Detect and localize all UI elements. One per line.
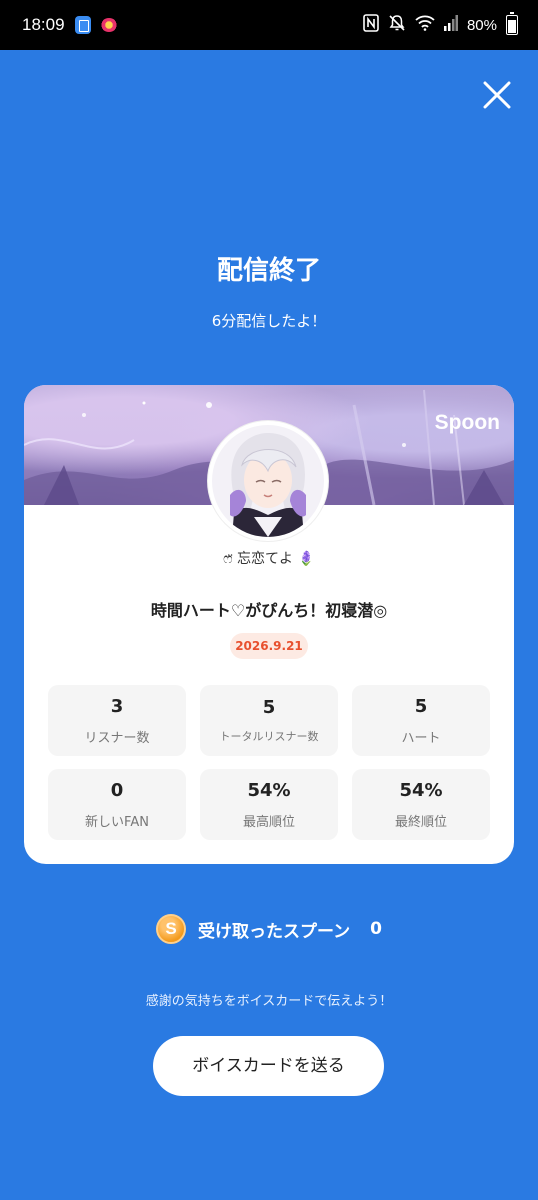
stat-label: 最高順位 xyxy=(242,814,295,830)
stat-label: 最終順位 xyxy=(394,814,447,830)
received-spoons-count: 0 xyxy=(370,919,382,939)
status-bar-right: 80% xyxy=(363,12,518,36)
host-name: ෆ̈ 忘恋てよ xyxy=(223,551,294,567)
avatar-illustration xyxy=(212,425,324,537)
stat-highest-rank: 54% 最高順位 xyxy=(200,769,338,840)
close-icon xyxy=(483,81,511,109)
status-bar-left: 18:09 xyxy=(22,15,117,35)
mute-icon xyxy=(388,14,406,36)
stat-value: 54% xyxy=(399,779,443,801)
stat-label: 新しいFAN xyxy=(85,814,149,830)
stat-label: リスナー数 xyxy=(84,730,150,746)
send-voice-card-button[interactable]: ボイスカードを送る xyxy=(153,1036,384,1096)
stat-listeners: 3 リスナー数 xyxy=(48,685,186,756)
stat-value: 54% xyxy=(247,779,291,801)
signal-icon xyxy=(443,15,458,35)
stat-value: 5 xyxy=(414,695,428,717)
status-bar: 18:09 80% xyxy=(0,0,538,50)
hyacinth-emoji-icon: 🪻 xyxy=(297,551,315,567)
stat-value: 5 xyxy=(262,697,276,718)
stat-new-fans: 0 新しいFAN xyxy=(48,769,186,840)
page-title: 配信終了 xyxy=(216,256,321,286)
stat-value: 0 xyxy=(110,779,124,801)
nfc-icon xyxy=(363,14,379,36)
host-name-row: ෆ̈ 忘恋てよ 🪻 xyxy=(24,548,514,568)
avatar xyxy=(208,421,328,541)
spoon-logo: Spoon xyxy=(434,411,500,434)
stat-value: 3 xyxy=(110,695,124,717)
stat-hearts: 5 ハート xyxy=(352,685,490,756)
close-button[interactable] xyxy=(480,78,514,112)
battery-percent: 80% xyxy=(466,16,497,34)
spoon-coin-icon: S xyxy=(156,914,186,944)
stream-title: 時間ハート♡がぴんち！初寝潜◎ xyxy=(150,601,388,620)
date-badge: 2026.9.21 xyxy=(230,633,308,659)
broadcast-summary-card: Spoon ෆ̈ 忘恋てよ 🪻 時間ハート♡がぴんち！初寝潜◎ 2026.9.2… xyxy=(24,385,514,864)
app-notification-icon xyxy=(100,18,117,32)
stats-grid: 3 リスナー数 5 トータルリスナー数 5 ハート 0 新しいFAN 54% 最… xyxy=(48,685,490,840)
stat-label: ハート xyxy=(401,730,441,746)
status-time: 18:09 xyxy=(22,15,65,34)
wifi-icon xyxy=(415,15,435,35)
thanks-message: 感謝の気持ちをボイスカードで伝えよう！ xyxy=(145,994,393,1009)
received-spoons-label: 受け取ったスプーン xyxy=(198,921,351,942)
stat-label: トータルリスナー数 xyxy=(219,730,319,743)
page-subtitle: 6分配信したよ！ xyxy=(211,312,327,330)
received-spoons-row: S 受け取ったスプーン 0 xyxy=(0,913,538,945)
stat-total-listeners: 5 トータルリスナー数 xyxy=(200,685,338,756)
battery-icon xyxy=(506,12,518,35)
app-notification-icon xyxy=(74,16,91,34)
stat-final-rank: 54% 最終順位 xyxy=(352,769,490,840)
